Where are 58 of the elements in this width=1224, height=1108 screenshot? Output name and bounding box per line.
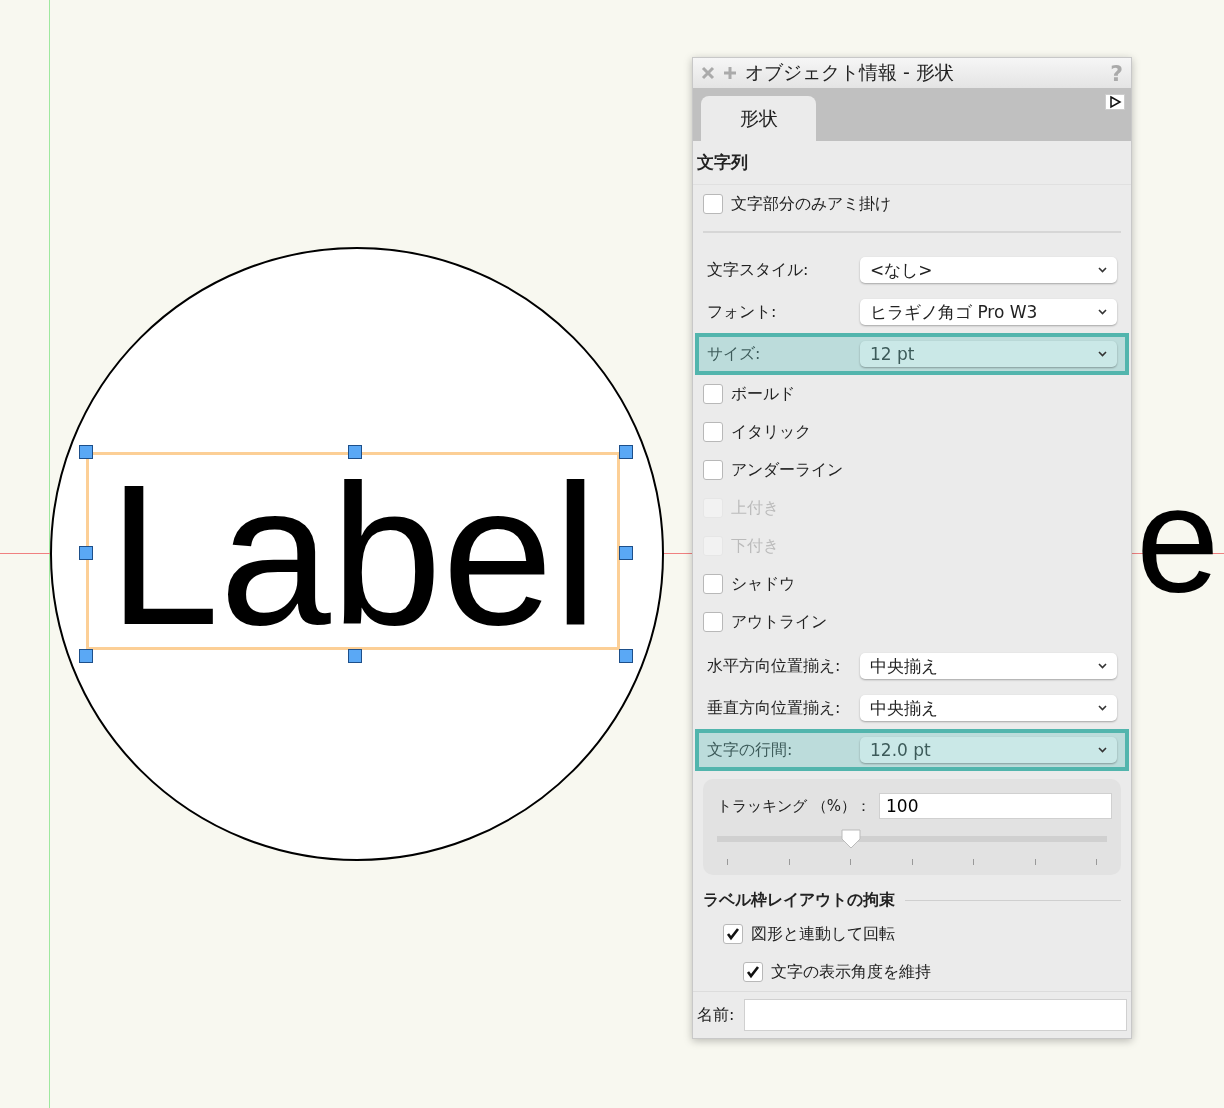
checkbox-label: 図形と連動して回転 [751, 923, 895, 945]
checkmark-icon [726, 927, 740, 941]
tab[interactable]: 形状 [701, 96, 816, 141]
play-icon[interactable] [1105, 94, 1125, 110]
chevron-icon [1098, 747, 1107, 753]
slider-thumb[interactable] [840, 829, 861, 849]
selection-handle[interactable] [619, 649, 633, 663]
checkbox-label: アウトライン [731, 611, 827, 633]
dropdown[interactable]: 中央揃え [860, 653, 1117, 679]
field-label: サイズ: [707, 343, 762, 365]
palette-title: オブジェクト情報 - 形状 [745, 60, 955, 85]
dropdown[interactable]: 12 pt [860, 341, 1117, 367]
section-heading: 文字列 [693, 141, 1131, 185]
checkbox[interactable] [703, 460, 723, 480]
dropdown[interactable]: 12.0 pt [860, 737, 1117, 763]
name-field[interactable] [744, 999, 1127, 1031]
checkmark-icon [746, 965, 760, 979]
checkbox-label: シャドウ [731, 573, 795, 595]
dropdown[interactable]: 中央揃え [860, 695, 1117, 721]
checkbox[interactable] [703, 422, 723, 442]
dropdown[interactable]: <なし> [860, 257, 1117, 283]
field-label: 水平方向位置揃え: [707, 655, 842, 677]
selection-handle[interactable] [79, 445, 93, 459]
checkbox[interactable] [723, 924, 743, 944]
chevron-icon [1098, 267, 1107, 273]
selection-handle[interactable] [79, 649, 93, 663]
chevron-icon [1098, 705, 1107, 711]
selection-handle[interactable] [348, 445, 362, 459]
chevron-icon [1098, 663, 1107, 669]
checkbox[interactable] [703, 194, 723, 214]
field-label: フォント: [707, 301, 778, 323]
chevron-icon [1098, 351, 1107, 357]
field-label: 垂直方向位置揃え: [707, 697, 842, 719]
checkbox-label: アンダーライン [731, 459, 843, 481]
checkbox-label: 文字部分のみアミ掛け [731, 193, 891, 215]
dropdown[interactable]: ヒラギノ角ゴ Pro W3 [860, 299, 1117, 325]
checkbox[interactable] [703, 574, 723, 594]
field-label: 文字の行間: [707, 739, 794, 761]
close-icon[interactable] [701, 66, 715, 80]
selection-handle[interactable] [79, 546, 93, 560]
selection-handle[interactable] [348, 649, 362, 663]
canvas-text: Label [108, 465, 598, 645]
canvas-text: e [1136, 470, 1220, 610]
checkbox-label: 文字の表示角度を維持 [771, 961, 931, 983]
checkbox[interactable] [743, 962, 763, 982]
field-label: 名前: [697, 1004, 735, 1026]
selection-handle[interactable] [619, 546, 633, 560]
field-label: トラッキング （%）： [717, 796, 872, 816]
checkbox-label: ボールド [731, 383, 795, 405]
plus-icon[interactable] [723, 66, 737, 80]
checkbox[interactable] [703, 384, 723, 404]
checkbox[interactable] [703, 612, 723, 632]
selection-handle[interactable] [619, 445, 633, 459]
field-label: 文字スタイル: [707, 259, 810, 281]
chevron-icon [1098, 309, 1107, 315]
group-heading: ラベル枠レイアウトの拘束 [703, 889, 895, 911]
checkbox-label: イタリック [731, 421, 811, 443]
tracking-field[interactable]: 100 [879, 793, 1113, 819]
